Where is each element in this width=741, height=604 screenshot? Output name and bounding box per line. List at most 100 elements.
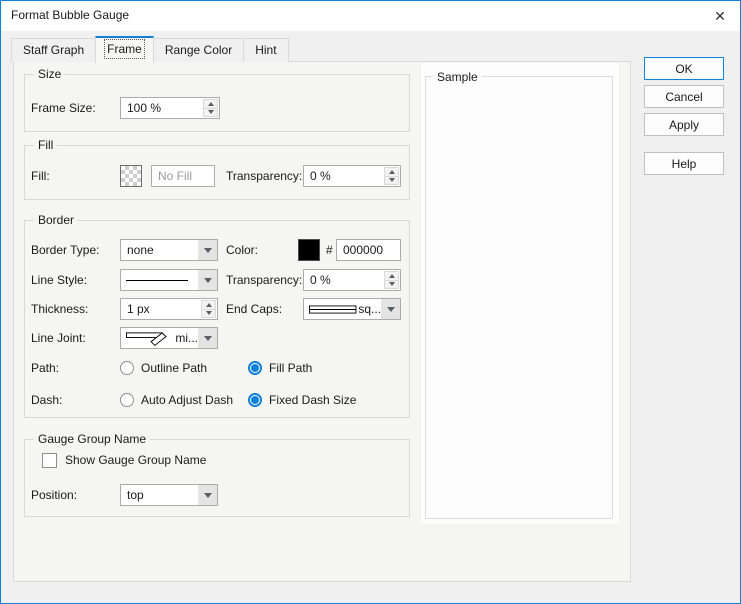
tab-label: Hint: [255, 43, 276, 57]
fill-transparency-spin-buttons: [384, 167, 399, 185]
radio-icon: [248, 361, 262, 375]
line-joint-value: mi...: [175, 331, 198, 345]
radio-fill-path[interactable]: Fill Path: [248, 360, 312, 376]
fill-value-input[interactable]: [152, 166, 214, 186]
border-group: Border Border Type: none Color: # Line S…: [24, 220, 410, 418]
line-style-row: Line Style: Transparency:: [25, 269, 409, 291]
tab-label: Frame: [107, 42, 142, 56]
border-type-value: none: [121, 243, 198, 257]
radio-label: Outline Path: [141, 361, 207, 375]
tab-range-color[interactable]: Range Color: [153, 38, 244, 62]
spin-down-icon[interactable]: [384, 280, 399, 290]
fill-transparency-input[interactable]: [304, 166, 383, 186]
position-label: Position:: [31, 484, 77, 506]
fill-label: Fill:: [31, 165, 50, 187]
solid-line-icon: [121, 280, 198, 281]
frame-size-label: Frame Size:: [31, 97, 96, 119]
thickness-input[interactable]: [121, 299, 200, 319]
thickness-row: Thickness: End Caps: sq...: [25, 298, 409, 320]
radio-icon: [120, 361, 134, 375]
line-style-label: Line Style:: [31, 269, 87, 291]
tab-staff-graph[interactable]: Staff Graph: [11, 38, 96, 62]
radio-label: Fill Path: [269, 361, 312, 375]
border-color-swatch[interactable]: [298, 239, 320, 261]
spin-down-icon[interactable]: [201, 309, 216, 319]
tab-label: Staff Graph: [23, 43, 84, 57]
sample-group: Sample: [425, 76, 613, 519]
checkbox-icon: [42, 453, 57, 468]
frame-size-input[interactable]: [121, 98, 202, 118]
radio-label: Fixed Dash Size: [269, 393, 356, 407]
border-transparency-input[interactable]: [304, 270, 383, 290]
fill-transparency-label: Transparency:: [226, 165, 302, 187]
dropdown-arrow-icon: [198, 485, 217, 505]
line-joint-label: Line Joint:: [31, 327, 86, 349]
radio-fixed-dash-size[interactable]: Fixed Dash Size: [248, 392, 356, 408]
hash-symbol: #: [326, 239, 333, 261]
fill-value-box: [151, 165, 215, 187]
fill-group: Fill Fill: Transparency:: [24, 145, 410, 200]
dropdown-arrow-icon: [198, 270, 217, 290]
ok-button[interactable]: OK: [644, 57, 724, 80]
radio-icon: [248, 393, 262, 407]
dialog-title: Format Bubble Gauge: [11, 8, 129, 22]
position-select[interactable]: top: [120, 484, 218, 506]
radio-icon: [120, 393, 134, 407]
spin-down-icon[interactable]: [384, 176, 399, 186]
size-group: Size Frame Size:: [24, 74, 410, 132]
border-color-hex-box: [336, 239, 401, 261]
dropdown-arrow-icon: [381, 299, 400, 319]
help-button[interactable]: Help: [644, 152, 724, 175]
border-transparency-label: Transparency:: [226, 269, 302, 291]
radio-label: Auto Adjust Dash: [141, 393, 233, 407]
radio-auto-adjust-dash[interactable]: Auto Adjust Dash: [120, 392, 233, 408]
fill-row: Fill: Transparency:: [25, 165, 409, 187]
fill-transparency-spinner: [303, 165, 401, 187]
dash-label: Dash:: [31, 392, 62, 408]
frame-size-spinner: [120, 97, 220, 119]
position-value: top: [121, 488, 198, 502]
border-color-label: Color:: [226, 239, 258, 261]
border-color-hex-input[interactable]: [337, 240, 400, 260]
border-type-row: Border Type: none Color: #: [25, 239, 409, 261]
border-type-select[interactable]: none: [120, 239, 218, 261]
thickness-spinner: [120, 298, 218, 320]
dash-row: Dash: Auto Adjust Dash Fixed Dash Size: [25, 392, 409, 408]
end-caps-value: sq...: [358, 302, 381, 316]
border-transparency-spin-buttons: [384, 271, 399, 289]
spin-down-icon[interactable]: [203, 108, 218, 118]
close-icon[interactable]: ✕: [709, 5, 731, 27]
tab-frame[interactable]: Frame: [95, 36, 154, 63]
line-style-select[interactable]: [120, 269, 218, 291]
show-gauge-group-name-checkbox[interactable]: Show Gauge Group Name: [42, 452, 206, 468]
tab-hint[interactable]: Hint: [243, 38, 288, 62]
checkbox-label: Show Gauge Group Name: [65, 453, 206, 467]
cancel-button[interactable]: Cancel: [644, 85, 724, 108]
line-joint-select[interactable]: mi...: [120, 327, 218, 349]
tab-strip: Staff Graph Frame Range Color Hint: [11, 37, 288, 62]
tab-label: Range Color: [165, 43, 232, 57]
end-caps-label: End Caps:: [226, 298, 282, 320]
miter-joint-icon: mi...: [121, 329, 198, 347]
sample-panel: Sample: [421, 63, 619, 524]
path-row: Path: Outline Path Fill Path: [25, 360, 409, 376]
border-type-label: Border Type:: [31, 239, 99, 261]
thickness-label: Thickness:: [31, 298, 88, 320]
dropdown-arrow-icon: [198, 328, 217, 348]
frame-tab-panel: Size Frame Size: Fill Fill:: [13, 61, 631, 582]
fill-swatch-button[interactable]: [120, 165, 142, 187]
apply-button[interactable]: Apply: [644, 113, 724, 136]
fill-group-title: Fill: [34, 138, 57, 152]
gauge-group-name-group: Gauge Group Name Show Gauge Group Name P…: [24, 439, 410, 517]
line-joint-row: Line Joint: mi...: [25, 327, 409, 349]
end-caps-select[interactable]: sq...: [303, 298, 401, 320]
radio-outline-path[interactable]: Outline Path: [120, 360, 207, 376]
size-group-title: Size: [34, 67, 65, 81]
sample-group-title: Sample: [433, 70, 482, 84]
title-bar: Format Bubble Gauge ✕: [1, 1, 740, 31]
square-end-cap-icon: sq...: [304, 302, 381, 316]
border-transparency-spinner: [303, 269, 401, 291]
gauge-group-title: Gauge Group Name: [34, 432, 150, 446]
border-group-title: Border: [34, 213, 78, 227]
frame-size-spin-buttons: [203, 99, 218, 117]
